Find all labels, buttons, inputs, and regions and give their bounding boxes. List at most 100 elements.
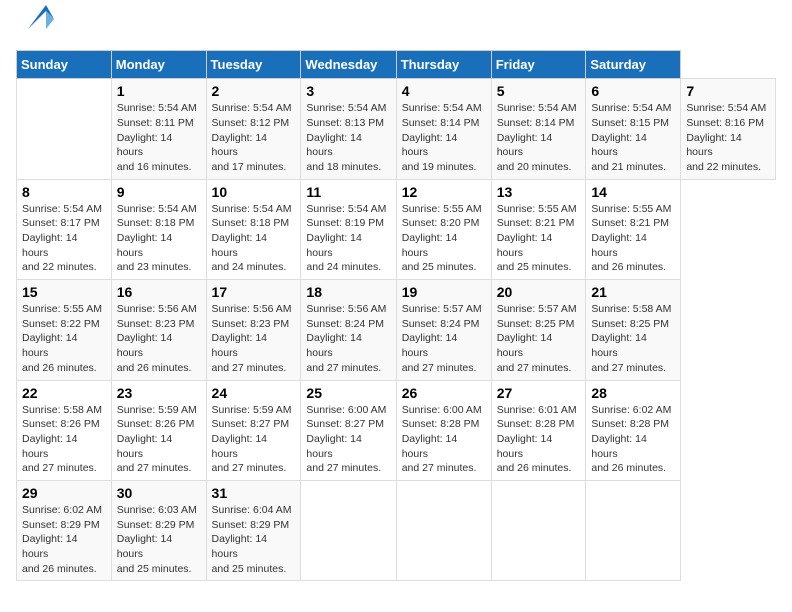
calendar-cell: 24 Sunrise: 5:59 AMSunset: 8:27 PMDaylig… <box>206 380 301 480</box>
cell-info: Sunrise: 5:54 AMSunset: 8:14 PMDaylight:… <box>497 102 577 173</box>
calendar-cell: 3 Sunrise: 5:54 AMSunset: 8:13 PMDayligh… <box>301 79 396 179</box>
calendar-cell: 23 Sunrise: 5:59 AMSunset: 8:26 PMDaylig… <box>111 380 206 480</box>
day-number: 10 <box>212 184 296 200</box>
calendar-cell: 2 Sunrise: 5:54 AMSunset: 8:12 PMDayligh… <box>206 79 301 179</box>
cell-info: Sunrise: 6:01 AMSunset: 8:28 PMDaylight:… <box>497 404 577 475</box>
calendar-cell: 16 Sunrise: 5:56 AMSunset: 8:23 PMDaylig… <box>111 280 206 380</box>
calendar-cell: 4 Sunrise: 5:54 AMSunset: 8:14 PMDayligh… <box>396 79 491 179</box>
calendar-cell: 30 Sunrise: 6:03 AMSunset: 8:29 PMDaylig… <box>111 480 206 580</box>
calendar-cell: 10 Sunrise: 5:54 AMSunset: 8:18 PMDaylig… <box>206 179 301 279</box>
calendar-cell: 13 Sunrise: 5:55 AMSunset: 8:21 PMDaylig… <box>491 179 586 279</box>
day-number: 20 <box>497 284 581 300</box>
cell-info: Sunrise: 5:54 AMSunset: 8:12 PMDaylight:… <box>212 102 292 173</box>
cell-info: Sunrise: 5:56 AMSunset: 8:24 PMDaylight:… <box>306 303 386 374</box>
cell-info: Sunrise: 5:57 AMSunset: 8:24 PMDaylight:… <box>402 303 482 374</box>
week-row-0: 1 Sunrise: 5:54 AMSunset: 8:11 PMDayligh… <box>17 79 776 179</box>
day-number: 22 <box>22 385 106 401</box>
cell-info: Sunrise: 5:59 AMSunset: 8:27 PMDaylight:… <box>212 404 292 475</box>
header-saturday: Saturday <box>586 51 681 79</box>
day-number: 12 <box>402 184 486 200</box>
empty-cell <box>17 79 112 179</box>
day-number: 3 <box>306 83 390 99</box>
day-number: 25 <box>306 385 390 401</box>
day-number: 15 <box>22 284 106 300</box>
day-number: 4 <box>402 83 486 99</box>
cell-info: Sunrise: 5:54 AMSunset: 8:19 PMDaylight:… <box>306 203 386 274</box>
logo <box>16 16 54 40</box>
day-number: 26 <box>402 385 486 401</box>
day-number: 7 <box>686 83 770 99</box>
cell-info: Sunrise: 5:54 AMSunset: 8:11 PMDaylight:… <box>117 102 197 173</box>
header-friday: Friday <box>491 51 586 79</box>
calendar-cell: 18 Sunrise: 5:56 AMSunset: 8:24 PMDaylig… <box>301 280 396 380</box>
cell-info: Sunrise: 5:54 AMSunset: 8:18 PMDaylight:… <box>212 203 292 274</box>
calendar-cell: 29 Sunrise: 6:02 AMSunset: 8:29 PMDaylig… <box>17 480 112 580</box>
calendar-cell <box>301 480 396 580</box>
cell-info: Sunrise: 6:00 AMSunset: 8:27 PMDaylight:… <box>306 404 386 475</box>
cell-info: Sunrise: 6:03 AMSunset: 8:29 PMDaylight:… <box>117 504 197 575</box>
cell-info: Sunrise: 6:02 AMSunset: 8:28 PMDaylight:… <box>591 404 671 475</box>
calendar-cell: 15 Sunrise: 5:55 AMSunset: 8:22 PMDaylig… <box>17 280 112 380</box>
calendar-cell: 20 Sunrise: 5:57 AMSunset: 8:25 PMDaylig… <box>491 280 586 380</box>
day-number: 9 <box>117 184 201 200</box>
day-number: 30 <box>117 485 201 501</box>
day-number: 11 <box>306 184 390 200</box>
day-number: 14 <box>591 184 675 200</box>
week-row-3: 22 Sunrise: 5:58 AMSunset: 8:26 PMDaylig… <box>17 380 776 480</box>
calendar-cell: 7 Sunrise: 5:54 AMSunset: 8:16 PMDayligh… <box>681 79 776 179</box>
day-number: 18 <box>306 284 390 300</box>
calendar-cell: 1 Sunrise: 5:54 AMSunset: 8:11 PMDayligh… <box>111 79 206 179</box>
cell-info: Sunrise: 5:54 AMSunset: 8:15 PMDaylight:… <box>591 102 671 173</box>
calendar-cell: 8 Sunrise: 5:54 AMSunset: 8:17 PMDayligh… <box>17 179 112 279</box>
calendar-cell: 26 Sunrise: 6:00 AMSunset: 8:28 PMDaylig… <box>396 380 491 480</box>
calendar-cell: 12 Sunrise: 5:55 AMSunset: 8:20 PMDaylig… <box>396 179 491 279</box>
calendar-cell: 17 Sunrise: 5:56 AMSunset: 8:23 PMDaylig… <box>206 280 301 380</box>
week-row-2: 15 Sunrise: 5:55 AMSunset: 8:22 PMDaylig… <box>17 280 776 380</box>
cell-info: Sunrise: 5:55 AMSunset: 8:21 PMDaylight:… <box>591 203 671 274</box>
day-number: 1 <box>117 83 201 99</box>
calendar-cell: 19 Sunrise: 5:57 AMSunset: 8:24 PMDaylig… <box>396 280 491 380</box>
header-row: SundayMondayTuesdayWednesdayThursdayFrid… <box>17 51 776 79</box>
day-number: 13 <box>497 184 581 200</box>
day-number: 31 <box>212 485 296 501</box>
page-header <box>16 16 776 40</box>
week-row-4: 29 Sunrise: 6:02 AMSunset: 8:29 PMDaylig… <box>17 480 776 580</box>
cell-info: Sunrise: 5:54 AMSunset: 8:17 PMDaylight:… <box>22 203 102 274</box>
day-number: 19 <box>402 284 486 300</box>
calendar-cell <box>586 480 681 580</box>
header-thursday: Thursday <box>396 51 491 79</box>
cell-info: Sunrise: 5:55 AMSunset: 8:22 PMDaylight:… <box>22 303 102 374</box>
calendar-cell: 28 Sunrise: 6:02 AMSunset: 8:28 PMDaylig… <box>586 380 681 480</box>
day-number: 27 <box>497 385 581 401</box>
day-number: 29 <box>22 485 106 501</box>
calendar-cell: 5 Sunrise: 5:54 AMSunset: 8:14 PMDayligh… <box>491 79 586 179</box>
cell-info: Sunrise: 5:57 AMSunset: 8:25 PMDaylight:… <box>497 303 577 374</box>
day-number: 16 <box>117 284 201 300</box>
day-number: 8 <box>22 184 106 200</box>
day-number: 28 <box>591 385 675 401</box>
day-number: 24 <box>212 385 296 401</box>
day-number: 6 <box>591 83 675 99</box>
calendar-cell: 11 Sunrise: 5:54 AMSunset: 8:19 PMDaylig… <box>301 179 396 279</box>
header-monday: Monday <box>111 51 206 79</box>
header-tuesday: Tuesday <box>206 51 301 79</box>
cell-info: Sunrise: 5:54 AMSunset: 8:14 PMDaylight:… <box>402 102 482 173</box>
calendar-cell: 9 Sunrise: 5:54 AMSunset: 8:18 PMDayligh… <box>111 179 206 279</box>
day-number: 17 <box>212 284 296 300</box>
calendar-table: SundayMondayTuesdayWednesdayThursdayFrid… <box>16 50 776 581</box>
header-sunday: Sunday <box>17 51 112 79</box>
day-number: 23 <box>117 385 201 401</box>
calendar-cell: 25 Sunrise: 6:00 AMSunset: 8:27 PMDaylig… <box>301 380 396 480</box>
calendar-cell: 14 Sunrise: 5:55 AMSunset: 8:21 PMDaylig… <box>586 179 681 279</box>
calendar-cell: 6 Sunrise: 5:54 AMSunset: 8:15 PMDayligh… <box>586 79 681 179</box>
cell-info: Sunrise: 5:58 AMSunset: 8:25 PMDaylight:… <box>591 303 671 374</box>
cell-info: Sunrise: 5:55 AMSunset: 8:20 PMDaylight:… <box>402 203 482 274</box>
cell-info: Sunrise: 5:56 AMSunset: 8:23 PMDaylight:… <box>117 303 197 374</box>
cell-info: Sunrise: 6:02 AMSunset: 8:29 PMDaylight:… <box>22 504 102 575</box>
header-wednesday: Wednesday <box>301 51 396 79</box>
logo-icon <box>18 1 54 37</box>
week-row-1: 8 Sunrise: 5:54 AMSunset: 8:17 PMDayligh… <box>17 179 776 279</box>
cell-info: Sunrise: 5:58 AMSunset: 8:26 PMDaylight:… <box>22 404 102 475</box>
cell-info: Sunrise: 6:04 AMSunset: 8:29 PMDaylight:… <box>212 504 292 575</box>
cell-info: Sunrise: 6:00 AMSunset: 8:28 PMDaylight:… <box>402 404 482 475</box>
